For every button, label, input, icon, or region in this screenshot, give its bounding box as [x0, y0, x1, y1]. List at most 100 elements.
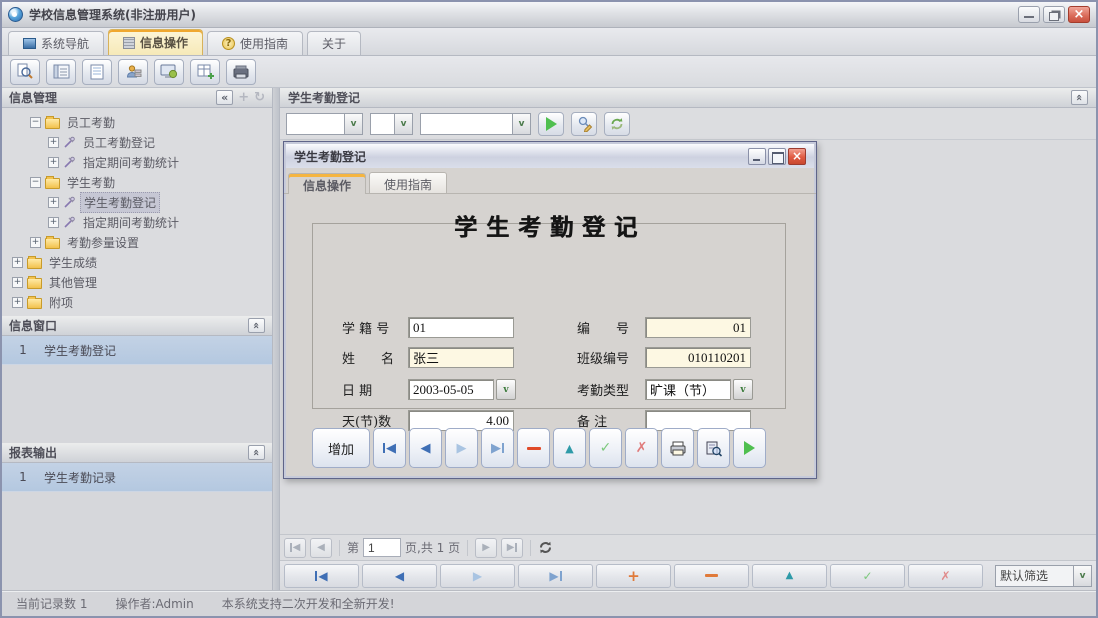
- tree-item-period-stats-1[interactable]: + 指定期间考勤统计: [2, 152, 272, 172]
- filter-select[interactable]: 默认筛选 v: [995, 565, 1092, 587]
- attend-type-input[interactable]: [645, 379, 731, 400]
- collapse-panel-button[interactable]: «: [248, 318, 265, 333]
- prev-record-button[interactable]: ◀: [362, 564, 437, 588]
- save-record-button[interactable]: ✓: [830, 564, 905, 588]
- reload-icon[interactable]: [538, 540, 553, 555]
- first-page-button[interactable]: ◀: [284, 538, 306, 558]
- tab-about[interactable]: 关于: [307, 31, 361, 55]
- refresh-button[interactable]: [604, 112, 630, 136]
- close-button[interactable]: ×: [1068, 6, 1090, 23]
- tab-user-guide[interactable]: ? 使用指南: [207, 31, 303, 55]
- edit-record-button[interactable]: ▲: [752, 564, 827, 588]
- tree-item-appendix[interactable]: + 附项: [2, 292, 272, 312]
- status-bar: 当前记录数 1 操作者:Admin 本系统支持二次开发和全新开发!: [2, 590, 1096, 616]
- expand-toggle-icon[interactable]: +: [30, 237, 41, 248]
- chevron-down-icon[interactable]: v: [733, 379, 753, 400]
- expand-toggle-icon[interactable]: +: [48, 157, 59, 168]
- print-button[interactable]: [661, 428, 694, 468]
- table-add-button[interactable]: [190, 59, 220, 85]
- tree-item-student-attendance-register[interactable]: + 学生考勤登记: [2, 192, 272, 212]
- add-icon[interactable]: +: [238, 90, 249, 105]
- tree-item-employee-attendance-register[interactable]: + 员工考勤登记: [2, 132, 272, 152]
- dialog-title-bar[interactable]: 学生考勤登记 ×: [286, 144, 814, 168]
- panel-splitter[interactable]: [272, 88, 280, 590]
- tree-item-period-stats-2[interactable]: + 指定期间考勤统计: [2, 212, 272, 232]
- collapse-left-button[interactable]: «: [216, 90, 233, 105]
- collapse-panel-button[interactable]: «: [248, 445, 265, 460]
- refresh-icon[interactable]: ↻: [254, 90, 265, 105]
- dialog-minimize-button[interactable]: [748, 148, 766, 165]
- next-record-button[interactable]: ▶: [445, 428, 478, 468]
- execute-button[interactable]: [733, 428, 766, 468]
- collapse-main-button[interactable]: «: [1071, 90, 1088, 105]
- tab-info-operation[interactable]: 信息操作: [108, 29, 203, 55]
- tree-item-student-attendance[interactable]: − 学生考勤: [2, 172, 272, 192]
- monitor-button[interactable]: [154, 59, 184, 85]
- edit-search-button[interactable]: [571, 112, 597, 136]
- chevron-down-icon[interactable]: v: [344, 113, 363, 135]
- dialog-tab-info-operation[interactable]: 信息操作: [288, 173, 366, 194]
- add-record-button[interactable]: +: [596, 564, 671, 588]
- dialog-maximize-button[interactable]: [768, 148, 786, 165]
- document-button[interactable]: [82, 59, 112, 85]
- filter-combo-3[interactable]: v: [420, 113, 531, 135]
- collapse-toggle-icon[interactable]: −: [30, 117, 41, 128]
- minimize-button[interactable]: [1018, 6, 1040, 23]
- chevron-down-icon[interactable]: v: [496, 379, 516, 400]
- last-record-button[interactable]: ▶: [481, 428, 514, 468]
- next-page-button[interactable]: ▶: [475, 538, 497, 558]
- printer-icon: [669, 440, 687, 457]
- attend-type-combo[interactable]: v: [645, 379, 753, 400]
- expand-toggle-icon[interactable]: +: [48, 217, 59, 228]
- info-window-item[interactable]: 1 学生考勤登记: [2, 336, 272, 365]
- close-icon: ×: [1069, 7, 1089, 23]
- save-record-button[interactable]: ✓: [589, 428, 622, 468]
- last-record-button[interactable]: ▶: [518, 564, 593, 588]
- cancel-record-button[interactable]: ✗: [625, 428, 658, 468]
- edit-record-button[interactable]: ▲: [553, 428, 586, 468]
- folder-icon: [27, 298, 42, 309]
- chevron-down-icon[interactable]: v: [394, 113, 413, 135]
- chevron-down-icon[interactable]: v: [512, 113, 531, 135]
- tree-item-employee-attendance[interactable]: − 员工考勤: [2, 112, 272, 132]
- student-no-input[interactable]: [408, 317, 514, 338]
- chevron-down-icon[interactable]: v: [1073, 565, 1092, 587]
- page-number-input[interactable]: [363, 538, 401, 557]
- collapse-toggle-icon[interactable]: −: [30, 177, 41, 188]
- first-record-button[interactable]: ◀: [373, 428, 406, 468]
- play-icon: [744, 441, 755, 455]
- expand-toggle-icon[interactable]: +: [12, 297, 23, 308]
- next-record-button[interactable]: ▶: [440, 564, 515, 588]
- tab-system-nav[interactable]: 系统导航: [8, 31, 104, 55]
- tree-item-student-scores[interactable]: + 学生成绩: [2, 252, 272, 272]
- expand-toggle-icon[interactable]: +: [48, 137, 59, 148]
- filter-combo-1[interactable]: v: [286, 113, 363, 135]
- first-record-button[interactable]: ◀: [284, 564, 359, 588]
- expand-toggle-icon[interactable]: +: [12, 257, 23, 268]
- tree-item-other-management[interactable]: + 其他管理: [2, 272, 272, 292]
- tree-item-attendance-params[interactable]: + 考勤参量设置: [2, 232, 272, 252]
- report-output-item[interactable]: 1 学生考勤记录: [2, 463, 272, 492]
- run-query-button[interactable]: [538, 112, 564, 136]
- dialog-close-button[interactable]: ×: [788, 148, 806, 165]
- last-page-button[interactable]: ▶: [501, 538, 523, 558]
- delete-record-button[interactable]: [517, 428, 550, 468]
- prev-record-button[interactable]: ◀: [409, 428, 442, 468]
- prev-page-button[interactable]: ◀: [310, 538, 332, 558]
- expand-toggle-icon[interactable]: +: [48, 197, 59, 208]
- restore-button[interactable]: [1043, 6, 1065, 23]
- date-combo[interactable]: v: [408, 379, 516, 400]
- expand-toggle-icon[interactable]: +: [12, 277, 23, 288]
- search-button[interactable]: [10, 59, 40, 85]
- preview-button[interactable]: [697, 428, 730, 468]
- add-button[interactable]: 增加: [312, 428, 370, 468]
- dialog-tab-guide[interactable]: 使用指南: [369, 172, 447, 193]
- name-field: [408, 347, 514, 368]
- cancel-record-button[interactable]: ✗: [908, 564, 983, 588]
- delete-record-button[interactable]: [674, 564, 749, 588]
- user-manage-button[interactable]: [118, 59, 148, 85]
- form-view-button[interactable]: [46, 59, 76, 85]
- date-input[interactable]: [408, 379, 494, 400]
- filter-combo-2[interactable]: v: [370, 113, 413, 135]
- export-button[interactable]: [226, 59, 256, 85]
